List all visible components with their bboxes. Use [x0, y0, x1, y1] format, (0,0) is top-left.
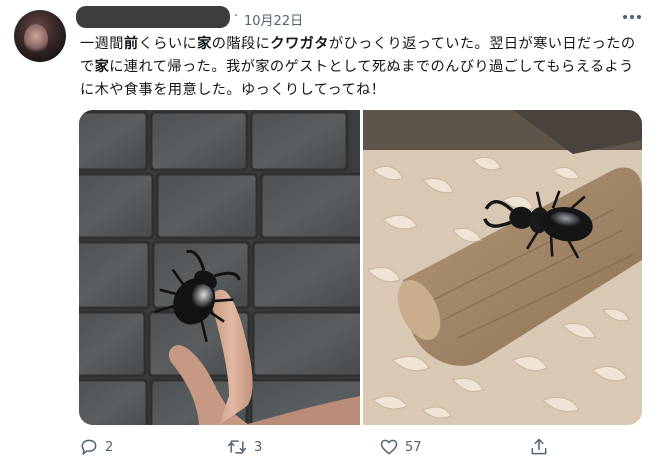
share-icon [531, 438, 547, 455]
reply-button[interactable]: 2 [79, 435, 113, 459]
tweet-text-highlight: 家 [197, 36, 212, 52]
share-button[interactable] [529, 435, 549, 459]
like-button[interactable]: 57 [379, 435, 422, 459]
tweet-text-segment: 一週間 [80, 36, 124, 52]
retweet-icon [227, 440, 247, 454]
tweet-text-highlight: 前 [123, 36, 139, 52]
tweet-card: · 10月22日 一週間前くらいに家の階段にクワガタがひっくり返っていた。翌日が… [0, 0, 658, 466]
redacted-display-name [76, 6, 230, 28]
heart-icon [380, 439, 398, 455]
meta-separator: · [234, 9, 239, 24]
tweet-text-segment: の階段に [211, 36, 271, 52]
action-bar: 2 3 57 [0, 435, 658, 461]
tweet-text-segment: くらいに [138, 36, 198, 52]
tweet-text-highlight: 家 [94, 59, 110, 75]
tweet-text-segment: に連れて帰った。我が家のゲストとして死ぬまでのんびり過ごしてもらえるように木や食… [80, 59, 634, 98]
retweet-button[interactable]: 3 [226, 435, 262, 459]
tweet-text-highlight: クワガタ [270, 36, 329, 52]
photo-beetle-on-finger[interactable] [79, 110, 360, 425]
media-grid [79, 110, 642, 425]
reply-count: 2 [105, 439, 114, 455]
reply-icon [81, 439, 97, 455]
tweet-text: 一週間前くらいに家の階段にクワガタがひっくり返っていた。翌日が寒い日だったので家… [80, 33, 648, 102]
more-icon[interactable] [621, 12, 643, 22]
avatar[interactable] [14, 10, 66, 62]
retweet-count: 3 [254, 439, 263, 455]
photo-beetle-on-wood-shavings[interactable] [363, 110, 642, 425]
tweet-date[interactable]: 10月22日 [244, 10, 303, 29]
like-count: 57 [405, 439, 422, 455]
